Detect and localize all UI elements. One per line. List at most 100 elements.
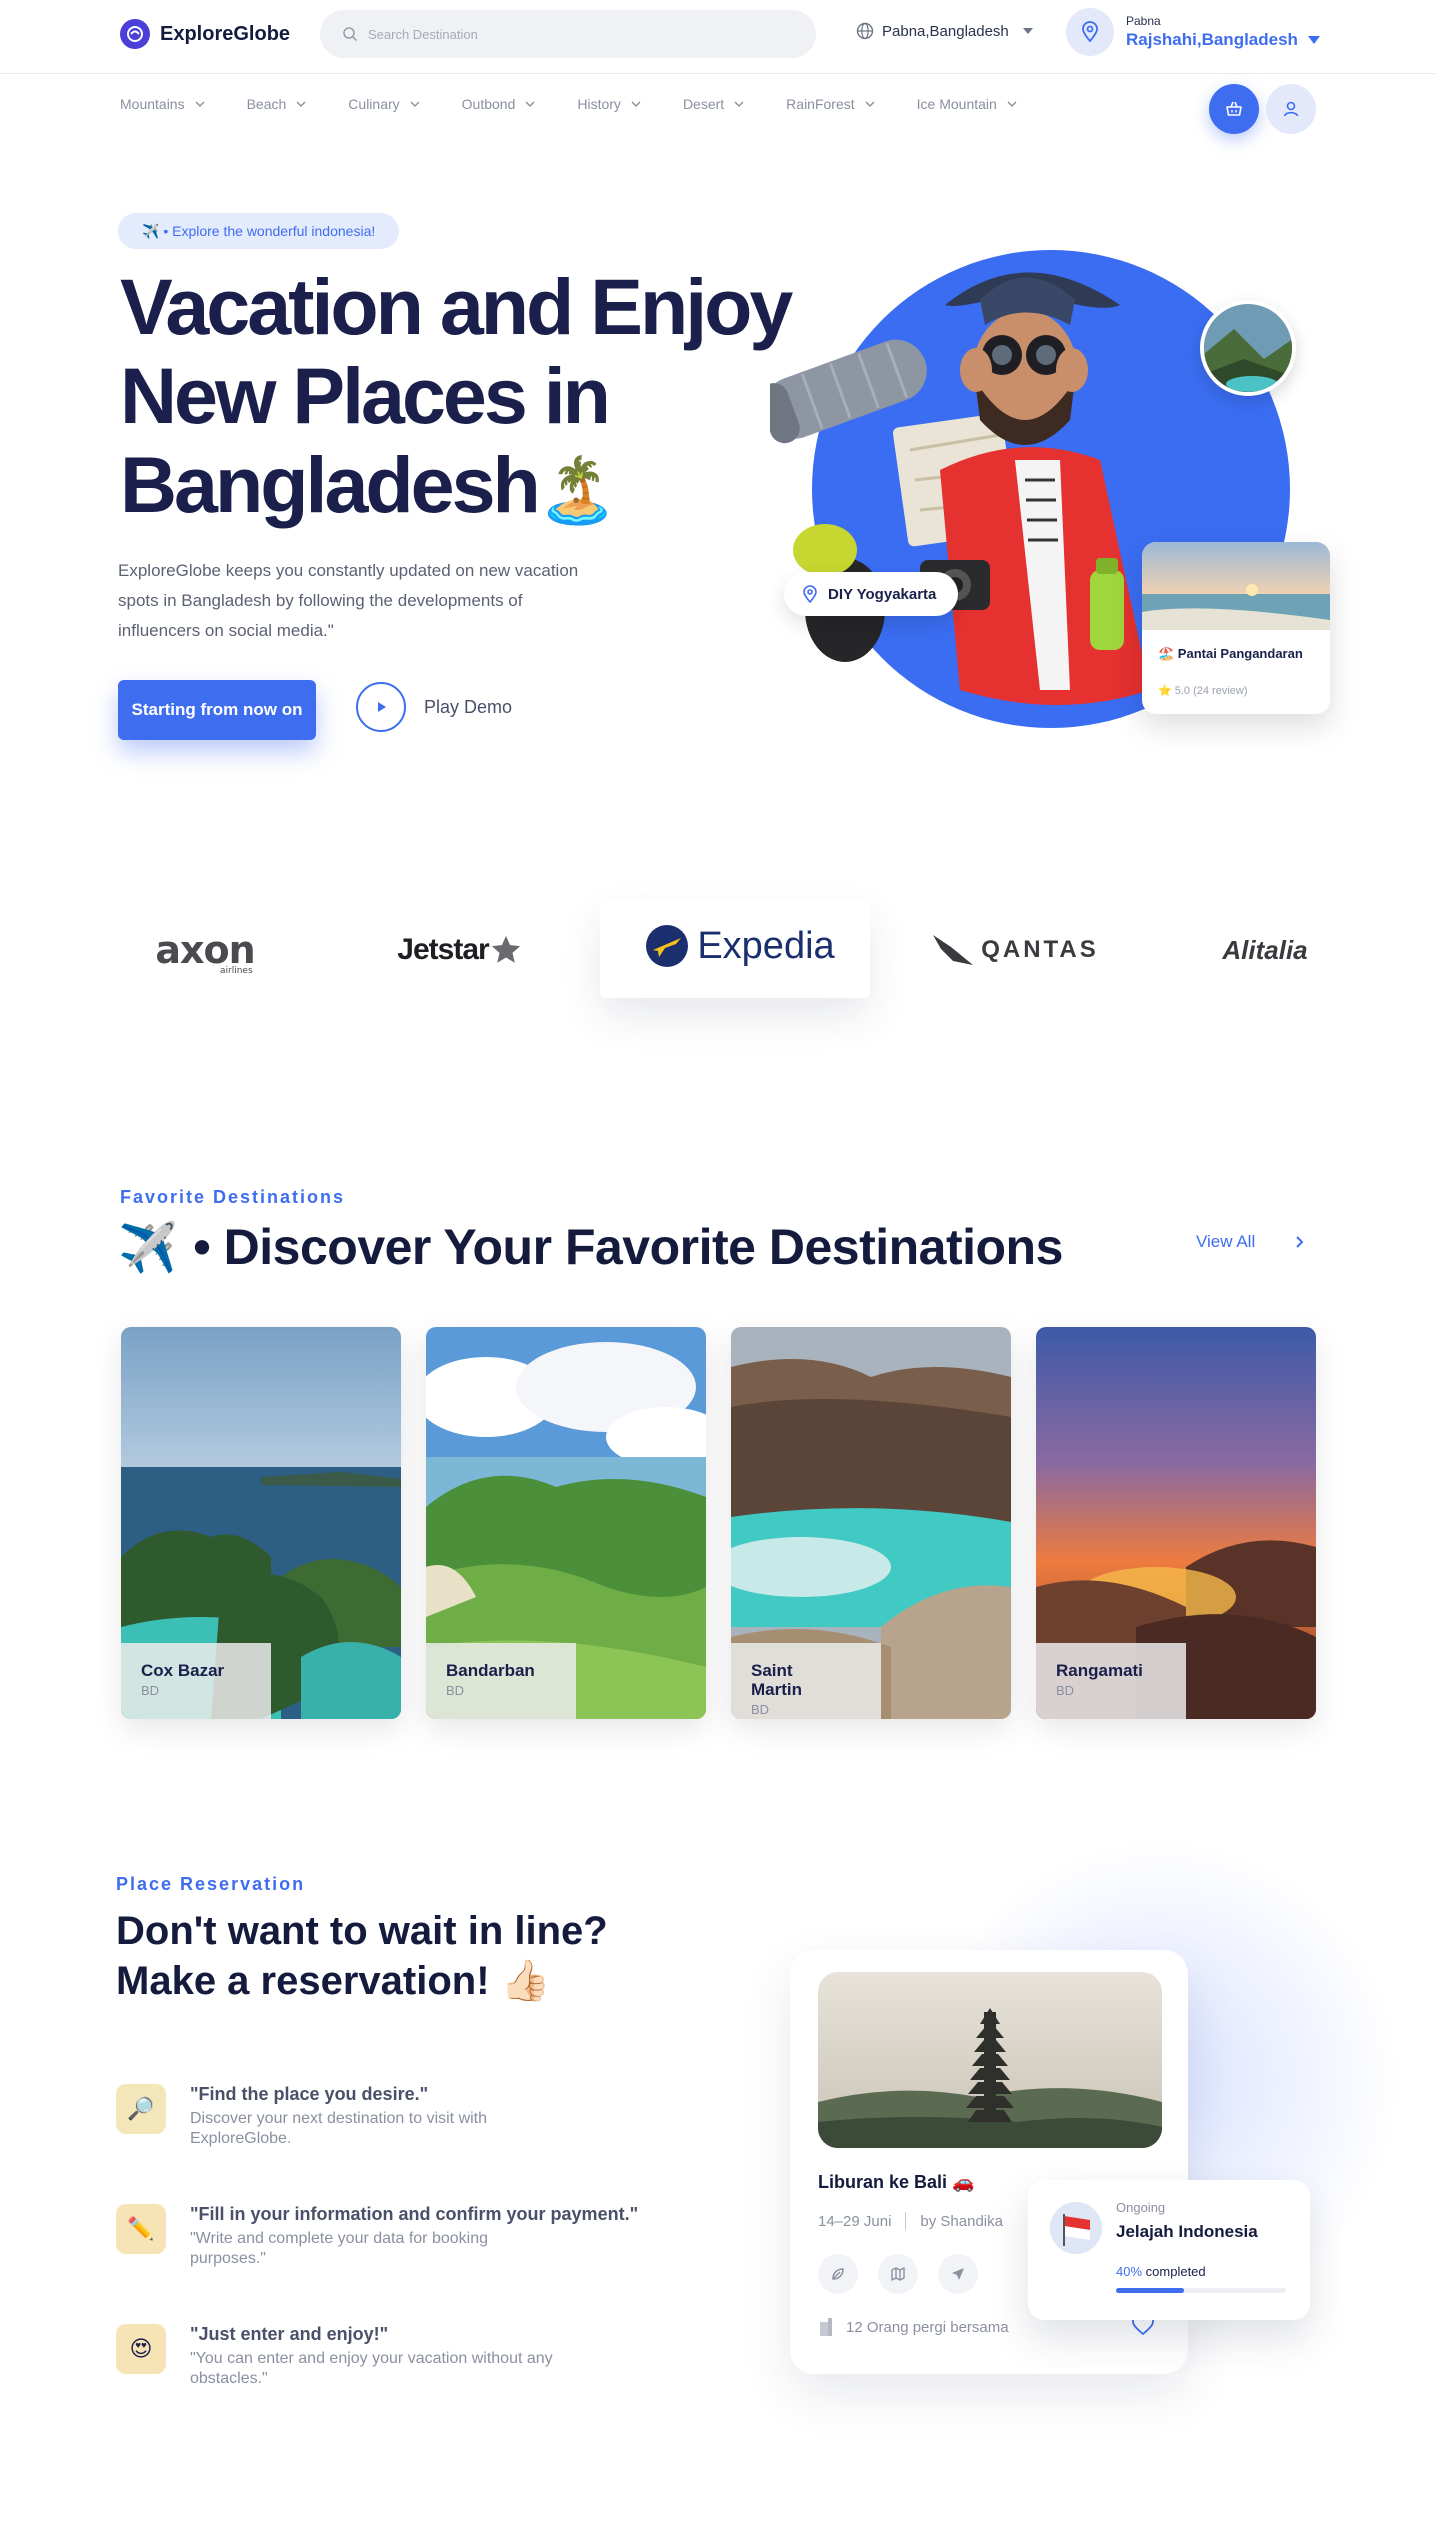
category-label: Outbond	[461, 96, 516, 112]
category-history[interactable]: History	[577, 96, 641, 112]
hero-description: ExploreGlobe keeps you constantly update…	[118, 561, 579, 640]
category-label: RainForest	[786, 96, 855, 112]
trip-actions	[818, 2254, 978, 2294]
profile-button[interactable]	[1266, 84, 1316, 134]
favorites-title: ✈️ • Discover Your Favorite Destinations	[118, 1218, 1063, 1276]
basket-icon	[1226, 101, 1242, 116]
reservation-title-line: Make a reservation! 👍🏻	[116, 1959, 551, 2003]
brand-logo[interactable]: ExploreGlobe	[120, 19, 290, 49]
caret-down-icon	[1307, 36, 1320, 44]
destination-card-saint-martin[interactable]: Saint Martin BD	[731, 1327, 1011, 1719]
location-region: Rajshahi,Bangladesh	[1126, 30, 1320, 50]
play-demo-label: Play Demo	[424, 696, 513, 717]
alitalia-logo: Alitalia	[1200, 900, 1330, 1000]
globe-logo-icon	[120, 19, 150, 49]
chevron-down-icon	[734, 101, 744, 107]
favorites-title-text: • Discover Your Favorite Destinations	[193, 1219, 1063, 1275]
category-desert[interactable]: Desert	[683, 96, 744, 112]
destination-name: Saint Martin	[751, 1661, 802, 1699]
partner-logos: axon airlines Jetstar Expedia QANTAS Ali…	[120, 900, 1336, 1000]
search-bar[interactable]	[320, 10, 816, 58]
view-all-link[interactable]: View All	[1196, 1232, 1305, 1252]
chevron-down-icon	[525, 101, 535, 107]
category-rainforest[interactable]: RainForest	[786, 96, 875, 112]
category-label: Mountains	[120, 96, 185, 112]
map-icon	[891, 2267, 905, 2281]
step-title: "Just enter and enjoy!"	[190, 2324, 389, 2344]
mountain-thumbnail	[1200, 300, 1296, 396]
expedia-logo: Expedia	[640, 896, 840, 996]
flag-avatar	[1050, 2202, 1102, 2254]
cart-button[interactable]	[1209, 84, 1259, 134]
ongoing-status: Ongoing	[1116, 2200, 1166, 2215]
category-outbond[interactable]: Outbond	[462, 96, 536, 112]
favorites-section-label: Favorite Destinations	[120, 1187, 346, 1207]
step-title: "Find the place you desire."	[190, 2084, 429, 2104]
send-icon	[952, 2268, 964, 2280]
beach-sunset-photo	[1142, 542, 1330, 630]
category-mountains[interactable]: Mountains	[120, 96, 205, 112]
divider	[905, 2212, 907, 2230]
location-selector[interactable]: Pabna Rajshahi,Bangladesh	[1066, 8, 1320, 56]
qantas-logo-text: QANTAS	[981, 936, 1099, 963]
destination-label: Rangamati BD	[1036, 1643, 1186, 1719]
send-button[interactable]	[938, 2254, 978, 2294]
category-culinary[interactable]: Culinary	[348, 96, 420, 112]
progress-fill	[1116, 2288, 1184, 2293]
location-pin-icon	[803, 585, 817, 603]
destination-country: BD	[751, 1702, 770, 1717]
airlines-logo-text: airlines	[220, 966, 253, 976]
caret-down-icon	[1022, 28, 1033, 34]
location-city: Pabna	[1126, 14, 1161, 28]
category-label: History	[577, 96, 621, 112]
location-pin-card[interactable]: DIY Yogyakarta	[784, 572, 959, 616]
star-icon	[491, 935, 520, 963]
jetstar-logo: Jetstar	[380, 900, 540, 1000]
chevron-down-icon	[410, 101, 420, 107]
reservation-section-label: Place Reservation	[116, 1874, 306, 1894]
chevron-down-icon	[1007, 101, 1017, 107]
play-demo-button[interactable]: Play Demo	[356, 682, 512, 732]
ongoing-progress-label: 40% completed	[1116, 2264, 1206, 2279]
hero-illustration: DIY Yogyakarta 🏖️ Pantai Pangandaran ⭐ 5…	[770, 220, 1340, 740]
progress-suffix: completed	[1145, 2264, 1206, 2279]
language-selector[interactable]: Pabna,Bangladesh	[856, 22, 1033, 40]
island-emoji: 🏝️	[537, 454, 618, 526]
start-button[interactable]: Starting from now on	[118, 680, 316, 740]
map-button[interactable]	[878, 2254, 918, 2294]
pencil-icon: ✏️	[116, 2204, 166, 2254]
category-ice-mountain[interactable]: Ice Mountain	[917, 96, 1017, 112]
ongoing-trip-card[interactable]: Ongoing Jelajah Indonesia 40% completed	[1028, 2180, 1310, 2320]
kangaroo-icon	[933, 935, 974, 965]
destination-label: Cox Bazar BD	[121, 1643, 271, 1719]
destination-card-rangamati[interactable]: Rangamati BD	[1036, 1327, 1316, 1719]
featured-place-rating: ⭐ 5.0 (24 review)	[1158, 685, 1248, 697]
trip-title: Liburan ke Bali 🚗	[818, 2172, 975, 2192]
featured-place-card[interactable]: 🏖️ Pantai Pangandaran ⭐ 5.0 (24 review)	[1142, 542, 1330, 714]
step-text: "You can enter and enjoy your vacation w…	[190, 2350, 553, 2387]
reservation-step-enjoy: 😍 "Just enter and enjoy!" "You can enter…	[116, 2324, 560, 2389]
leaf-icon	[832, 2268, 844, 2280]
step-text: Discover your next destination to visit …	[190, 2110, 488, 2147]
magnifier-icon: 🔎	[116, 2084, 166, 2134]
jetstar-logo-text: Jetstar	[397, 933, 489, 966]
destination-country: BD	[446, 1683, 465, 1698]
view-all-label: View All	[1196, 1232, 1256, 1251]
location-region-label: Rajshahi,Bangladesh	[1126, 30, 1298, 49]
chevron-down-icon	[296, 101, 306, 107]
trip-author: by Shandika	[920, 2212, 1003, 2230]
destination-name: Cox Bazar	[141, 1661, 225, 1680]
category-beach[interactable]: Beach	[247, 96, 307, 112]
expedia-plane-icon	[646, 925, 689, 967]
trip-photo	[818, 1972, 1162, 2148]
building-icon	[820, 2318, 832, 2336]
destination-card-bandarban[interactable]: Bandarban BD	[426, 1327, 706, 1719]
destination-card-cox-bazar[interactable]: Cox Bazar BD	[121, 1327, 401, 1719]
category-label: Culinary	[348, 96, 400, 112]
leaf-button[interactable]	[818, 2254, 858, 2294]
search-input[interactable]	[368, 26, 768, 42]
trip-dates: 14–29 Juni	[818, 2212, 892, 2230]
featured-place-title: 🏖️ Pantai Pangandaran	[1158, 646, 1303, 661]
trip-people-label: 12 Orang pergi bersama	[846, 2318, 1009, 2336]
destination-name: Rangamati	[1056, 1661, 1143, 1680]
